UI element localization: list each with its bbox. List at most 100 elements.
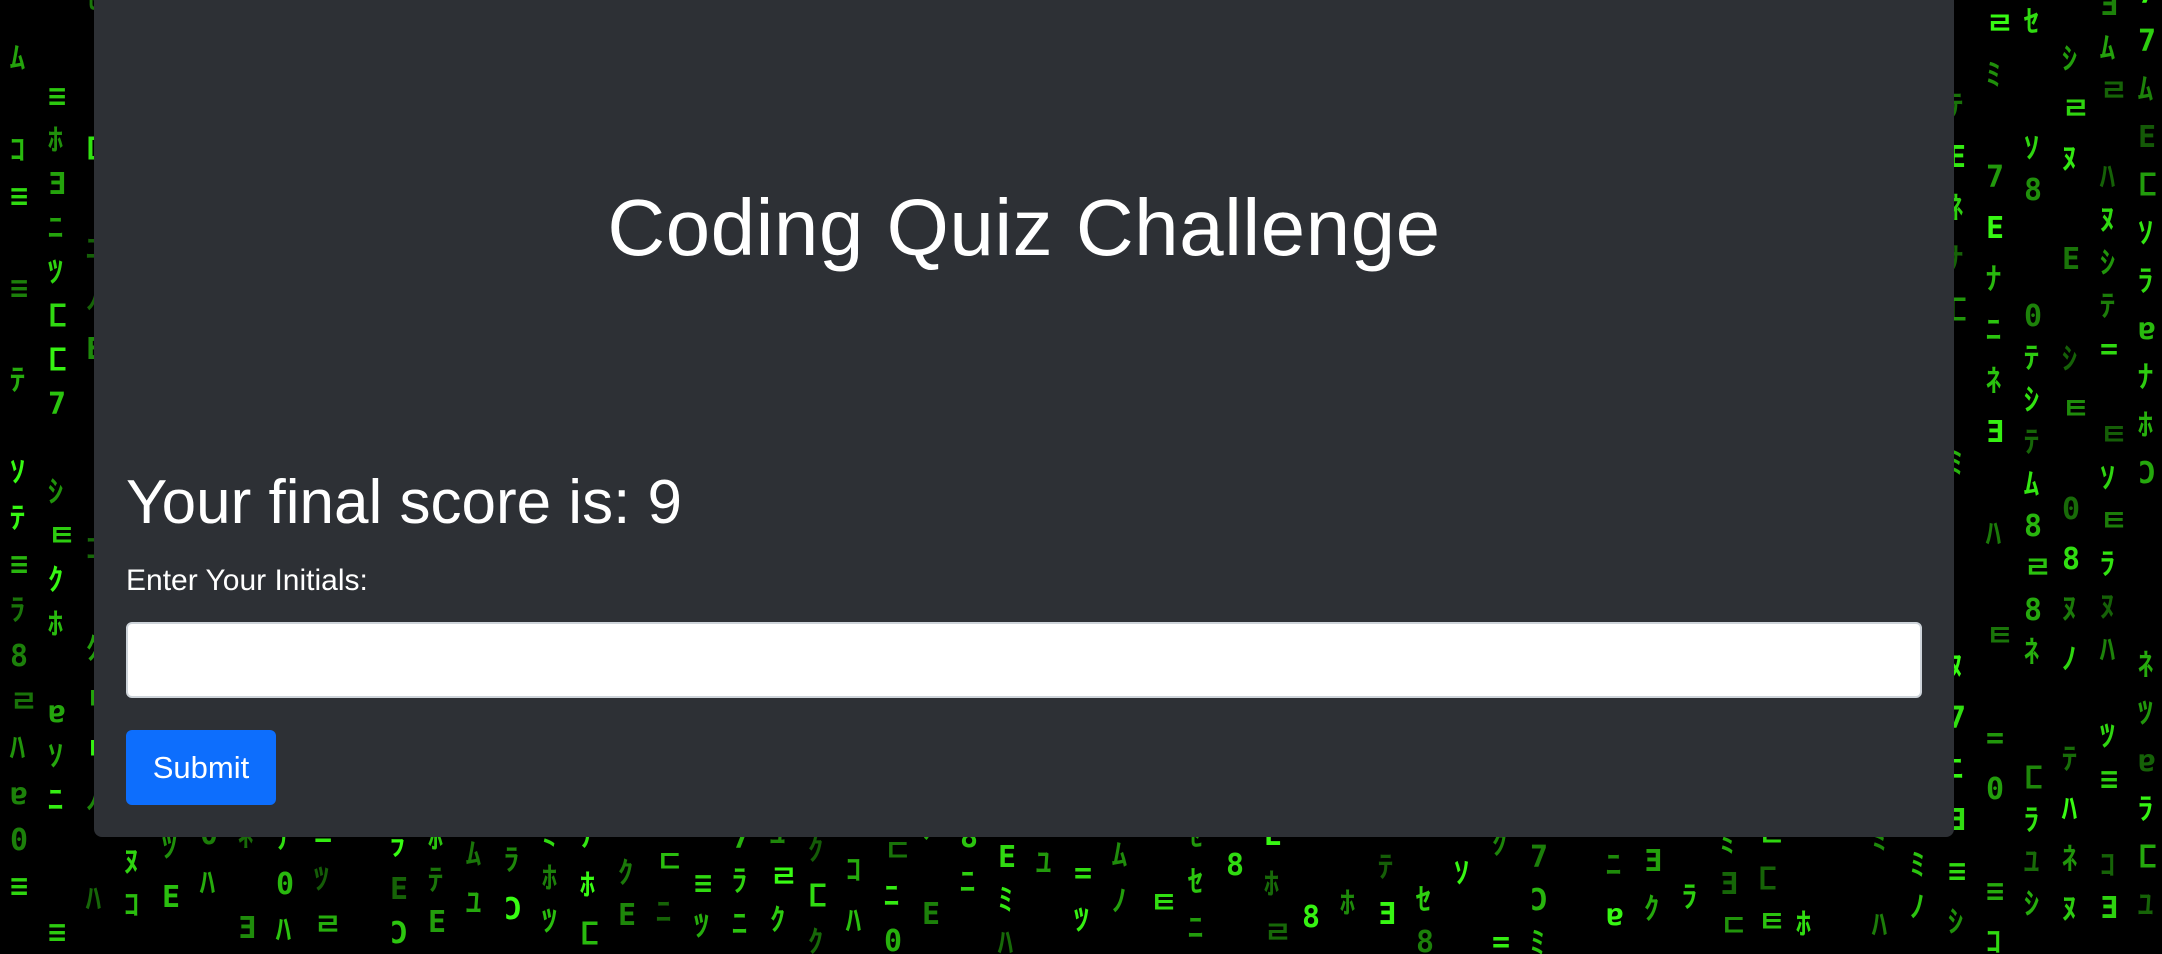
matrix-glyph: ﾗ (10, 593, 25, 628)
final-score-heading: Your final score is: 9 (126, 468, 683, 537)
matrix-glyph: ｿ (10, 455, 25, 490)
matrix-glyph: ﾑ (2100, 31, 2115, 66)
matrix-glyph: E (390, 872, 408, 907)
matrix-glyph: ≡ (10, 179, 28, 214)
matrix-glyph: 0 (10, 823, 28, 858)
matrix-glyph: E (1986, 211, 2004, 246)
matrix-glyph: ﾂ (314, 862, 329, 897)
matrix-glyph: ﾊ (199, 866, 215, 901)
matrix-glyph: ﾈ (2024, 635, 2039, 670)
matrix-glyph: ｼ (48, 475, 63, 510)
matrix-glyph: ｸ (618, 856, 633, 891)
matrix-glyph: ﾊ (2061, 792, 2077, 827)
matrix-glyph: ﾈ (2062, 842, 2077, 877)
matrix-glyph: ﾊ (275, 913, 291, 948)
matrix-glyph: 7 (48, 387, 66, 422)
matrix-glyph: = (1986, 721, 2004, 756)
matrix-glyph: ﾐ (998, 883, 1013, 918)
matrix-glyph: ｼ (1948, 905, 1963, 940)
matrix-glyph: Ɔ (1530, 883, 1548, 918)
matrix-glyph: ｺ (1986, 925, 2001, 954)
matrix-glyph: ﾊ (845, 904, 861, 939)
matrix-glyph: 8 (1302, 900, 1320, 935)
matrix-glyph: E (998, 840, 1016, 875)
initials-label: Enter Your Initials: (126, 564, 368, 597)
page-title: Coding Quiz Challenge (607, 183, 1441, 272)
matrix-glyph: ｿ (1454, 856, 1469, 891)
matrix-glyph: ﾈ (2138, 648, 2153, 683)
matrix-glyph: ≡ (2100, 762, 2118, 797)
matrix-glyph: Ǝ (1986, 415, 2004, 450)
matrix-glyph: ﾕ (1036, 846, 1051, 881)
matrix-glyph: ﾊ (85, 882, 101, 917)
matrix-glyph: ﾃ (428, 863, 443, 898)
submit-button[interactable]: Submit (126, 730, 276, 805)
matrix-glyph: ﾐ (1530, 926, 1545, 954)
matrix-glyph: ﾕ (466, 886, 481, 921)
matrix-glyph: ﾆ (48, 783, 63, 818)
matrix-glyph: ﾇ (2062, 142, 2077, 177)
matrix-glyph: ｾ (1187, 865, 1203, 900)
matrix-glyph: ﾆ (1986, 313, 2001, 348)
matrix-glyph: ⵎ (2024, 761, 2043, 796)
matrix-glyph: ﾅ (2138, 360, 2153, 395)
matrix-glyph: = (1492, 925, 1510, 954)
matrix-glyph: ㅌ (48, 519, 76, 554)
matrix-glyph: E (428, 905, 446, 940)
matrix-glyph: ㅌ (2100, 504, 2128, 539)
matrix-glyph: ｼ (2024, 887, 2039, 922)
matrix-glyph: ɐ (2138, 312, 2156, 347)
matrix-glyph: ﾑ (466, 837, 481, 872)
matrix-glyph: ｺ (124, 888, 139, 923)
matrix-glyph: ɐ (2138, 744, 2156, 779)
matrix-glyph: ﾎ (2138, 408, 2153, 443)
matrix-glyph: 8 (10, 639, 28, 674)
matrix-glyph: ﾃ (10, 363, 25, 398)
matrix-glyph: ≡ (10, 271, 28, 306)
matrix-glyph: ﾃ (2024, 425, 2039, 460)
matrix-glyph: ﾅ (1986, 262, 2001, 297)
matrix-glyph: ㅌ (2062, 392, 2090, 427)
matrix-glyph: ﾆ (732, 907, 747, 942)
matrix-glyph: ﾉ (2062, 642, 2077, 677)
matrix-glyph: ｺ (2100, 848, 2115, 883)
matrix-glyph: ﾇ (2100, 590, 2115, 625)
matrix-glyph: ﾊ (1985, 517, 2001, 552)
matrix-glyph: 8 (2024, 593, 2042, 628)
matrix-glyph: ﾎ (1796, 907, 1811, 942)
matrix-glyph: ｼ (2100, 246, 2115, 281)
matrix-glyph: ﾑ (1112, 838, 1127, 873)
matrix-glyph: ﾗ (504, 843, 519, 878)
matrix-glyph: Ǝ (48, 167, 66, 202)
matrix-glyph: 8 (2024, 173, 2042, 208)
matrix-glyph: ｸ (48, 563, 63, 598)
matrix-glyph: ﾉ (1112, 884, 1127, 919)
matrix-glyph: ﾃ (2024, 341, 2039, 376)
matrix-glyph: Ɔ (390, 916, 408, 951)
matrix-glyph: ⵎ (580, 917, 599, 952)
matrix-glyph: E (2062, 242, 2080, 277)
matrix-glyph: ⵎ (48, 299, 67, 334)
matrix-glyph: ﾕ (2024, 845, 2039, 880)
matrix-glyph: ﾂ (542, 904, 557, 939)
matrix-glyph: Ɔ (2138, 456, 2156, 491)
matrix-glyph: ｸ (808, 925, 823, 954)
matrix-glyph: = (1074, 856, 1092, 891)
matrix-glyph: ﾇ (124, 845, 139, 880)
matrix-glyph: ﾐ (1986, 58, 2001, 93)
matrix-glyph: ⵎ (2138, 168, 2157, 203)
matrix-glyph: ｸ (808, 833, 823, 868)
matrix-glyph: ⵎ (48, 343, 67, 378)
matrix-glyph: ﾗ (732, 864, 747, 899)
initials-input[interactable] (126, 622, 1922, 698)
matrix-glyph: ɐ (1606, 898, 1624, 933)
matrix-glyph: ﾆ (960, 865, 975, 900)
matrix-glyph: ɐ (48, 695, 66, 730)
matrix-glyph: ﾎ (542, 861, 557, 896)
matrix-glyph: ɐ (10, 777, 28, 812)
matrix-glyph: ﾆ (1606, 848, 1621, 883)
matrix-glyph: ﾑ (10, 41, 25, 76)
matrix-glyph: ≡ (694, 866, 712, 901)
matrix-glyph: 0 (276, 867, 294, 902)
matrix-glyph: ﾊ (1871, 908, 1887, 943)
